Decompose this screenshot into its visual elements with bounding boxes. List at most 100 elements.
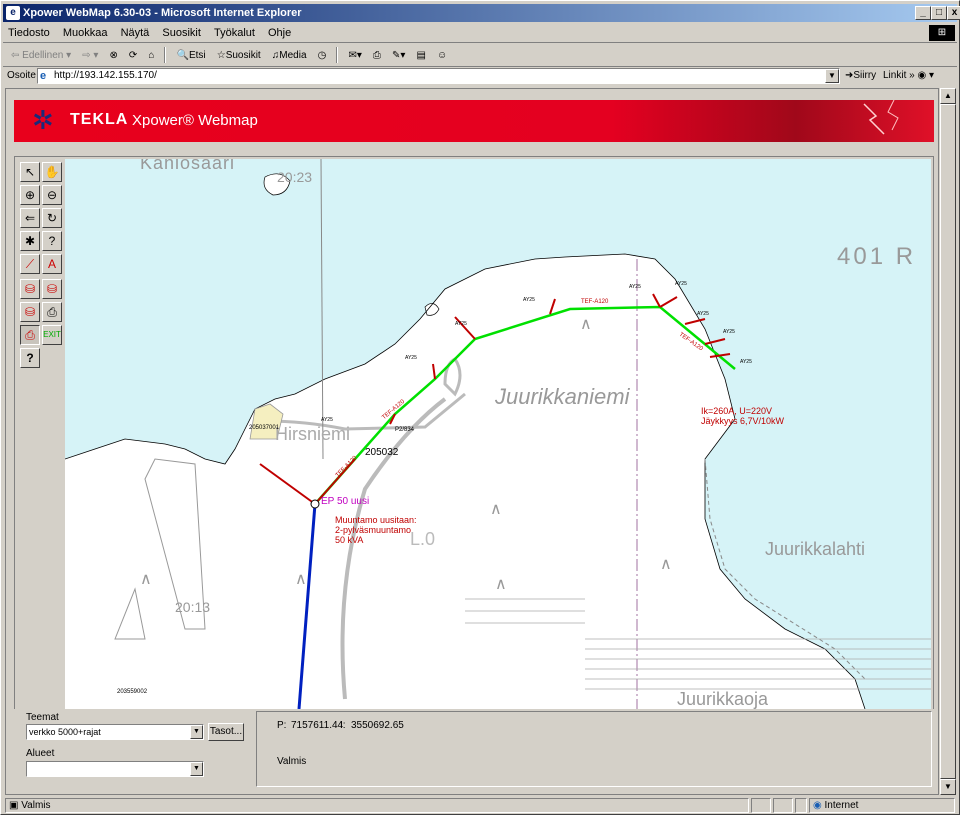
- place-grid-2023: 20:23: [277, 169, 313, 185]
- teemat-value: verkko 5000+rajat: [29, 727, 101, 737]
- alueet-select[interactable]: ▼: [26, 761, 204, 777]
- discuss-icon[interactable]: ▤: [412, 44, 429, 66]
- zoom-in-icon[interactable]: ⊕: [20, 185, 40, 205]
- svg-text:∧: ∧: [295, 571, 307, 588]
- minimize-button[interactable]: _: [915, 6, 931, 20]
- layer-selector: Teemat verkko 5000+rajat ▼ Tasot... Alue…: [14, 709, 248, 791]
- window-title: Xpower WebMap 6.30-03 - Microsoft Intern…: [23, 7, 302, 19]
- page-content: ✲ TEKLA Xpower® Webmap ↖ ✋ ⊕ ⊖ ⇐ ↻ ✱ ? ⟋…: [5, 88, 939, 795]
- print-map-icon[interactable]: ⎙: [42, 302, 62, 322]
- address-label: Osoite: [7, 70, 36, 81]
- media-button[interactable]: ♫Media: [268, 44, 311, 66]
- database-select-icon[interactable]: ⛁: [20, 279, 40, 299]
- export-icon[interactable]: ⛁: [20, 302, 40, 322]
- svg-text:∧: ∧: [580, 316, 592, 333]
- info-query-icon[interactable]: ?: [42, 231, 62, 251]
- svg-text:∧: ∧: [495, 576, 507, 593]
- scroll-up-icon[interactable]: ▲: [940, 88, 956, 104]
- page-icon: e: [40, 70, 47, 82]
- place-grid-2013: 20:13: [175, 599, 211, 615]
- menu-edit[interactable]: Muokkaa: [58, 24, 113, 43]
- i-label: I:: [340, 720, 346, 731]
- close-button[interactable]: x: [947, 6, 960, 20]
- zone-text: Internet: [824, 800, 859, 811]
- field-outline: [114, 587, 146, 640]
- address-input[interactable]: e http://193.142.155.170/: [37, 68, 840, 84]
- media-label: Media: [279, 50, 307, 61]
- address-dropdown-icon[interactable]: ▼: [825, 69, 839, 83]
- ik-note: Ik=260A, U=220V Jäykkyys 6,7V/10kW: [701, 406, 784, 426]
- teemat-select[interactable]: verkko 5000+rajat ▼: [26, 724, 204, 740]
- history-icon[interactable]: ◷: [314, 44, 331, 66]
- cable-label: TEF-A120: [581, 299, 609, 305]
- links-button[interactable]: Linkit » ◉ ▾: [883, 67, 934, 85]
- links-icon: ◉: [917, 70, 927, 81]
- alueet-label: Alueet: [26, 748, 55, 759]
- chevron-down-icon[interactable]: ▼: [190, 762, 203, 776]
- scroll-thumb[interactable]: [940, 104, 956, 779]
- pan-hand-icon[interactable]: ✋: [42, 162, 62, 182]
- vertical-scrollbar[interactable]: ▲ ▼: [940, 88, 956, 795]
- place-juurikkalahti: Juurikkalahti: [765, 539, 866, 559]
- chevron-down-icon[interactable]: ▼: [190, 725, 203, 739]
- ay-label: AY25: [629, 284, 641, 290]
- exit-icon[interactable]: EXIT: [42, 325, 62, 345]
- title-bar[interactable]: e Xpower WebMap 6.30-03 - Microsoft Inte…: [3, 4, 960, 22]
- toolbar: ⇦ Edellinen ▾ ⇨ ▾ ⊗ ⟳ ⌂ 🔍Etsi ☆Suosikit …: [3, 44, 957, 67]
- water-area: [65, 159, 931, 709]
- id-203559002: 203559002: [117, 689, 148, 695]
- forward-button[interactable]: ⇨ ▾: [78, 44, 102, 66]
- address-url: http://193.142.155.170/: [54, 70, 157, 81]
- map-canvas[interactable]: ∧ ∧ ∧ ∧ ∧ ∧ Kahiosaari 20:23 20:13 401 R Juu…: [65, 159, 931, 709]
- select-arrow-icon[interactable]: ↖: [20, 162, 40, 182]
- menu-favorites[interactable]: Suosikit: [157, 24, 206, 43]
- menu-file[interactable]: Tiedosto: [3, 24, 55, 43]
- refresh-icon[interactable]: ⟳: [125, 44, 141, 66]
- messenger-icon[interactable]: ☺: [433, 44, 451, 66]
- go-button[interactable]: ➜Siirry: [845, 67, 876, 85]
- back-button[interactable]: ⇦ Edellinen ▾: [7, 44, 75, 66]
- ay-label: AY25: [723, 329, 735, 335]
- map-svg[interactable]: ∧ ∧ ∧ ∧ ∧ ∧: [65, 159, 931, 709]
- menu-bar: Tiedosto Muokkaa Näytä Suosikit Työkalut…: [3, 24, 957, 43]
- snowflake-icon[interactable]: ✱: [20, 231, 40, 251]
- zone-pane: ◉ Internet: [809, 798, 955, 813]
- previous-view-icon[interactable]: ⇐: [20, 208, 40, 228]
- zoom-out-icon[interactable]: ⊖: [42, 185, 62, 205]
- text-annotate-icon[interactable]: A: [42, 254, 62, 274]
- svg-text:∧: ∧: [140, 571, 152, 588]
- maximize-button[interactable]: □: [931, 6, 947, 20]
- status-page-icon: ▣: [9, 800, 19, 811]
- menu-view[interactable]: Näytä: [116, 24, 155, 43]
- scroll-down-icon[interactable]: ▼: [940, 779, 956, 795]
- place-juurikkaniemi: Juurikkaniemi: [495, 384, 630, 409]
- ep-label: EP 50 uusi: [321, 496, 370, 507]
- menu-help[interactable]: Ohje: [263, 24, 296, 43]
- mail-icon[interactable]: ✉▾: [344, 44, 365, 66]
- search-button[interactable]: 🔍Etsi: [173, 44, 210, 66]
- toolbar-separator: [164, 47, 167, 64]
- stop-icon[interactable]: ⊗: [105, 44, 121, 66]
- status-text-pane: ▣ Valmis: [5, 798, 749, 813]
- home-icon[interactable]: ⌂: [144, 44, 158, 66]
- tasot-button[interactable]: Tasot...: [208, 723, 244, 741]
- place-kahiosaari: Kahiosaari: [140, 159, 236, 173]
- favorites-button[interactable]: ☆Suosikit: [213, 44, 265, 66]
- teemat-label: Teemat: [26, 712, 59, 723]
- measure-line-icon[interactable]: ⟋: [20, 254, 40, 274]
- p-value: 7157611.44: [291, 720, 344, 731]
- edit-icon[interactable]: ✎▾: [388, 44, 409, 66]
- menu-tools[interactable]: Työkalut: [209, 24, 260, 43]
- windows-logo-icon: ⊞: [929, 25, 955, 41]
- status-pane: [795, 798, 807, 813]
- print-preview-icon[interactable]: ⎙: [20, 325, 40, 345]
- status-pane: [773, 798, 793, 813]
- database-icon[interactable]: ⛁: [42, 279, 62, 299]
- back-arrow-icon: ⇦: [11, 50, 20, 61]
- svg-text:∧: ∧: [660, 556, 672, 573]
- ie-logo-icon: e: [6, 6, 20, 20]
- refresh-map-icon[interactable]: ↻: [42, 208, 62, 228]
- i-value: 3550692.65: [351, 720, 404, 731]
- help-icon[interactable]: ?: [20, 348, 40, 368]
- print-icon[interactable]: ⎙: [369, 44, 385, 66]
